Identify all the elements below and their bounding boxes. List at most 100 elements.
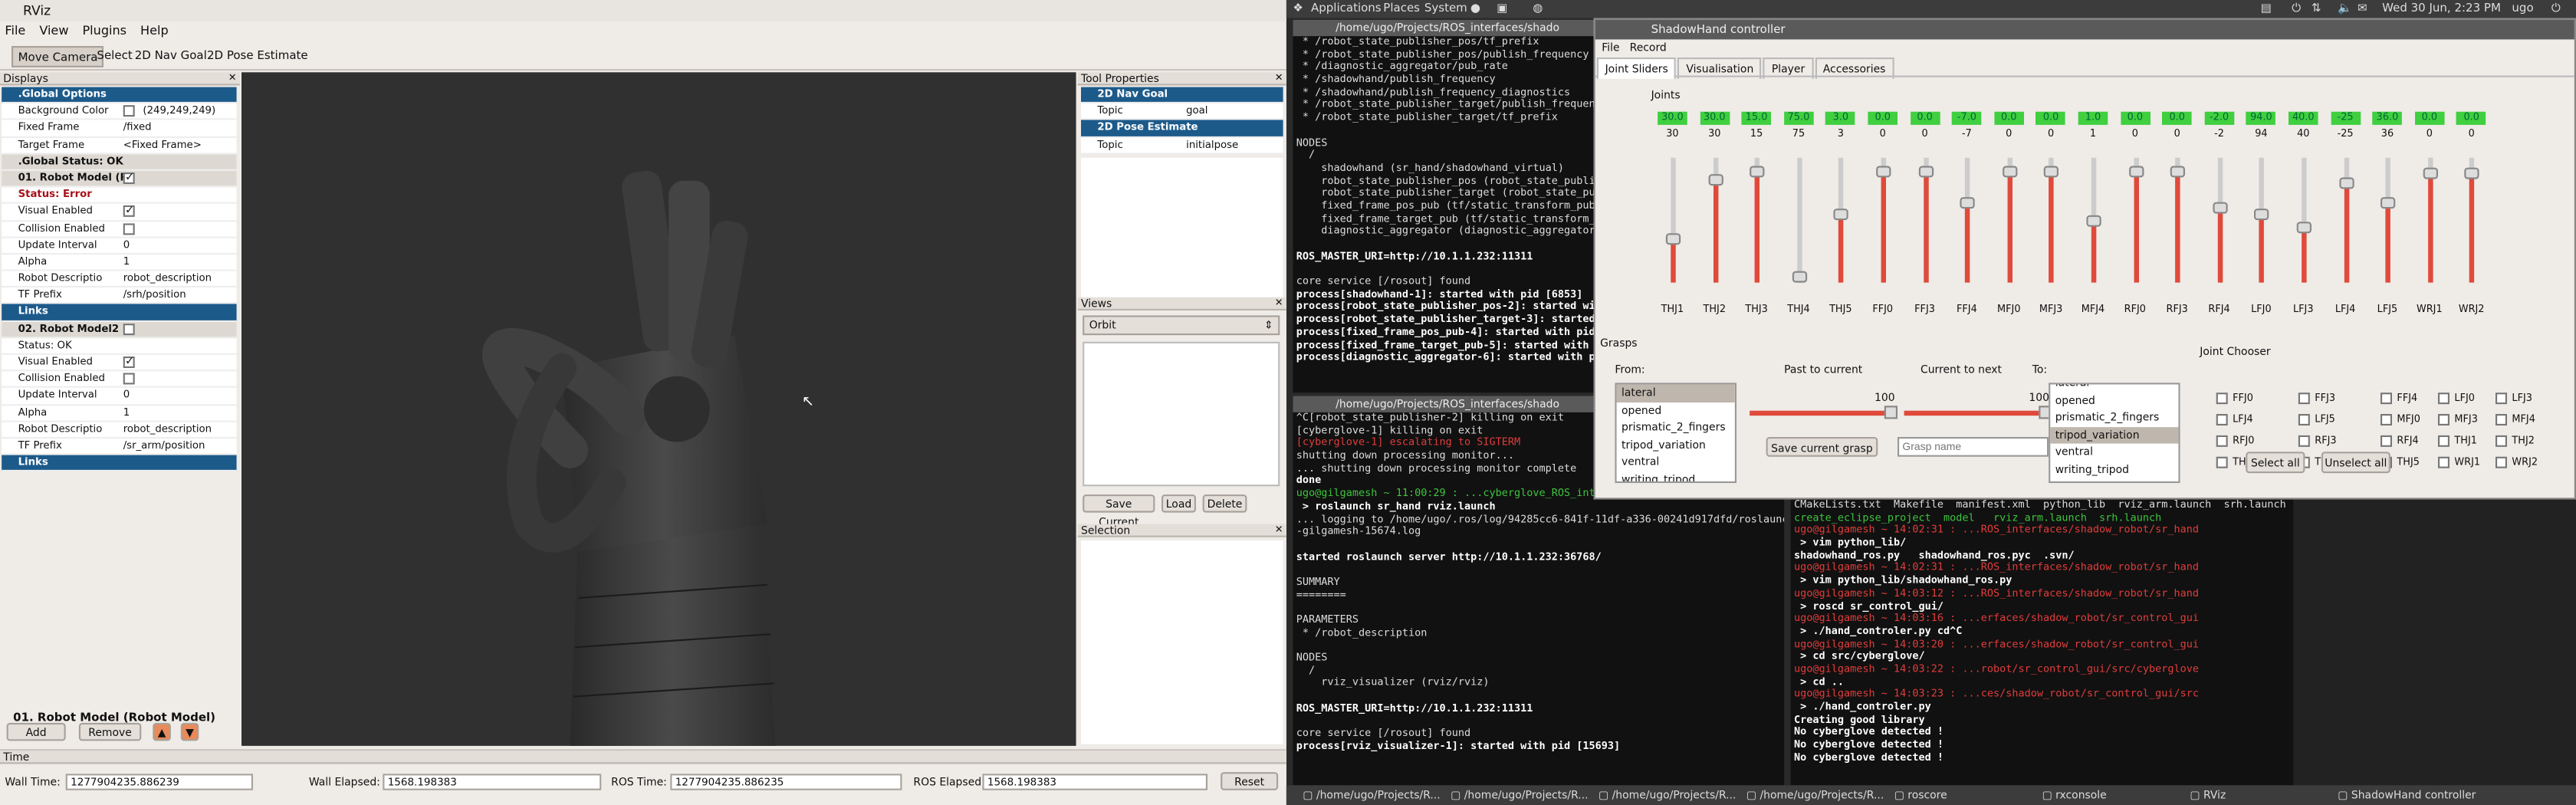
power-icon[interactable]: ⏻	[2292, 0, 2301, 18]
tree-row[interactable]: 2D Pose Estimate	[1081, 120, 1283, 138]
views-list[interactable]	[1083, 341, 1280, 487]
joint-slider-thj5[interactable]: 3.0 3 THJ5	[1822, 111, 1858, 326]
tree-row[interactable]: Visual Enabled	[2, 204, 237, 222]
system-menu[interactable]: System	[1424, 0, 1467, 18]
chooser-lfj3[interactable]: LFJ3	[2496, 389, 2532, 409]
checkbox[interactable]	[2496, 435, 2507, 447]
terminal-icon[interactable]: ▣	[1497, 0, 1507, 18]
tree-row[interactable]: Status: Error	[2, 188, 237, 205]
tree-row[interactable]: Links	[2, 455, 237, 472]
checkbox[interactable]	[2298, 414, 2310, 426]
slider-handle[interactable]	[2002, 165, 2017, 177]
tree-row[interactable]: 02. Robot Model2 (R	[2, 321, 237, 339]
tree-row[interactable]: Alpha 1	[2, 255, 237, 271]
checkbox[interactable]	[123, 355, 135, 370]
tree-row[interactable]: .Global Status: OK	[2, 153, 237, 171]
slider-track[interactable]	[2254, 157, 2270, 283]
slider-handle[interactable]	[2465, 167, 2480, 179]
checkbox[interactable]	[2438, 393, 2450, 405]
property-value[interactable]: 1	[123, 405, 130, 420]
property-value[interactable]: robot_description	[123, 271, 212, 287]
property-value[interactable]: 0	[123, 238, 130, 253]
slider-track[interactable]	[1960, 157, 1976, 283]
joint-slider-lfj5[interactable]: 36.0 36 LFJ5	[2369, 111, 2405, 326]
list-item[interactable]: writing_tripod	[1617, 471, 1735, 481]
unselect-all-button[interactable]: Unselect all	[2321, 452, 2390, 474]
view-type-select[interactable]: Orbit ⇕	[1083, 315, 1280, 336]
reset-button[interactable]: Reset	[1221, 772, 1279, 790]
checkbox[interactable]	[123, 222, 135, 235]
joint-slider-thj1[interactable]: 30.0 30 THJ1	[1654, 111, 1691, 326]
slider-track[interactable]	[2423, 157, 2438, 283]
tree-row[interactable]: .Global Options	[2, 87, 237, 104]
save-current-grasp-button[interactable]: Save current grasp	[1766, 437, 1878, 457]
close-icon[interactable]: ✕	[228, 72, 237, 85]
slider-track[interactable]	[2128, 157, 2144, 283]
checkbox[interactable]	[123, 171, 135, 186]
chooser-rfj4[interactable]: RFJ4	[2380, 432, 2419, 452]
select-all-button[interactable]: Select all	[2246, 452, 2305, 474]
joint-slider-thj2[interactable]: 30.0 30 THJ2	[1697, 111, 1733, 326]
property-value[interactable]: (249,249,249)	[143, 104, 215, 119]
slider-handle[interactable]	[1917, 165, 1934, 177]
tab-accessories[interactable]: Accessories	[1815, 58, 1894, 79]
slider-track[interactable]	[2002, 157, 2017, 283]
checkbox[interactable]	[123, 373, 135, 385]
tool-properties-tree[interactable]: 2D Nav Goal Topic goal 2D Pose Estimate Topi…	[1081, 87, 1283, 154]
list-item[interactable]: opened	[2050, 392, 2178, 409]
slider-handle[interactable]	[2170, 165, 2186, 177]
system-monitor-icon[interactable]: ▤	[2261, 0, 2272, 18]
slider-handle[interactable]	[1876, 165, 1891, 177]
checkbox[interactable]	[2216, 456, 2228, 468]
checkbox[interactable]	[2496, 414, 2507, 426]
joint-slider-ffj4[interactable]: -7.0 -7 FFJ4	[1949, 111, 1985, 326]
slider-track[interactable]	[1917, 157, 1934, 283]
tab-joint-sliders[interactable]: Joint Sliders	[1596, 58, 1677, 79]
tree-row[interactable]: Visual Enabled	[2, 355, 237, 372]
slider-track[interactable]	[1665, 157, 1681, 283]
slider-handle[interactable]	[2380, 196, 2396, 209]
taskbar-item[interactable]: ▢ /home/ugo/Projects/R...	[1598, 785, 1736, 805]
taskbar-item[interactable]: ▢ /home/ugo/Projects/R...	[1746, 785, 1884, 805]
menu-view[interactable]: View	[39, 23, 68, 38]
joint-slider-rfj3[interactable]: 0.0 0 RFJ3	[2159, 111, 2195, 326]
checkbox[interactable]	[2298, 435, 2310, 447]
move-camera-tool[interactable]: Move Camera	[12, 46, 105, 67]
taskbar-item[interactable]: ▢ roscore	[1894, 785, 1947, 805]
terminal-window[interactable]: /home/ugo/Projects/ROS_interfaces/shado …	[1293, 19, 1594, 393]
chooser-lfj5[interactable]: LFJ5	[2298, 411, 2335, 431]
render-3d-view[interactable]: ↖	[242, 72, 1076, 746]
add-button[interactable]: Add	[6, 722, 66, 741]
slider-handle[interactable]	[2254, 209, 2270, 221]
slider-handle[interactable]	[1750, 165, 1765, 177]
ros-elapsed-field[interactable]: 1568.198383	[982, 774, 1208, 790]
chooser-thj2[interactable]: THJ2	[2496, 432, 2535, 452]
mail-icon[interactable]: ✉	[2358, 0, 2367, 18]
tree-row[interactable]: Collision Enabled	[2, 221, 237, 238]
checkbox[interactable]	[2298, 393, 2310, 405]
tree-row[interactable]: Topic goal	[1081, 104, 1283, 121]
taskbar-item[interactable]: ▢ /home/ugo/Projects/R...	[1303, 785, 1440, 805]
joint-slider-thj4[interactable]: 75.0 75 THJ4	[1780, 111, 1816, 326]
chooser-wrj2[interactable]: WRJ2	[2496, 453, 2538, 473]
tree-row[interactable]: 01. Robot Model (Ro	[2, 170, 237, 188]
slider-handle[interactable]	[2338, 177, 2354, 189]
slider-handle[interactable]	[1665, 232, 1681, 245]
tree-row[interactable]: Update Interval 0	[2, 389, 237, 406]
slider-track[interactable]	[2170, 157, 2186, 283]
property-value[interactable]: /fixed	[123, 120, 152, 136]
to-grasp-list[interactable]: lateralopenedprismatic_2_fingerstripod_v…	[2049, 383, 2180, 483]
foot-icon[interactable]: ❖	[1293, 0, 1303, 18]
next-slider[interactable]	[1904, 406, 2052, 419]
property-value[interactable]: 0	[123, 389, 130, 404]
remove-button[interactable]: Remove	[78, 722, 142, 741]
tree-row[interactable]: Update Interval 0	[2, 238, 237, 255]
delete-button[interactable]: Delete	[1202, 495, 1247, 513]
slider-handle[interactable]	[1884, 406, 1898, 419]
save-current-button[interactable]: Save Current	[1083, 495, 1155, 529]
chooser-ffj3[interactable]: FFJ3	[2298, 389, 2335, 409]
property-value[interactable]: /sr_arm/position	[123, 439, 205, 454]
joint-slider-rfj4[interactable]: -2.0 -2 RFJ4	[2201, 111, 2237, 326]
checkbox[interactable]	[2216, 414, 2228, 426]
chooser-rfj0[interactable]: RFJ0	[2216, 432, 2254, 452]
